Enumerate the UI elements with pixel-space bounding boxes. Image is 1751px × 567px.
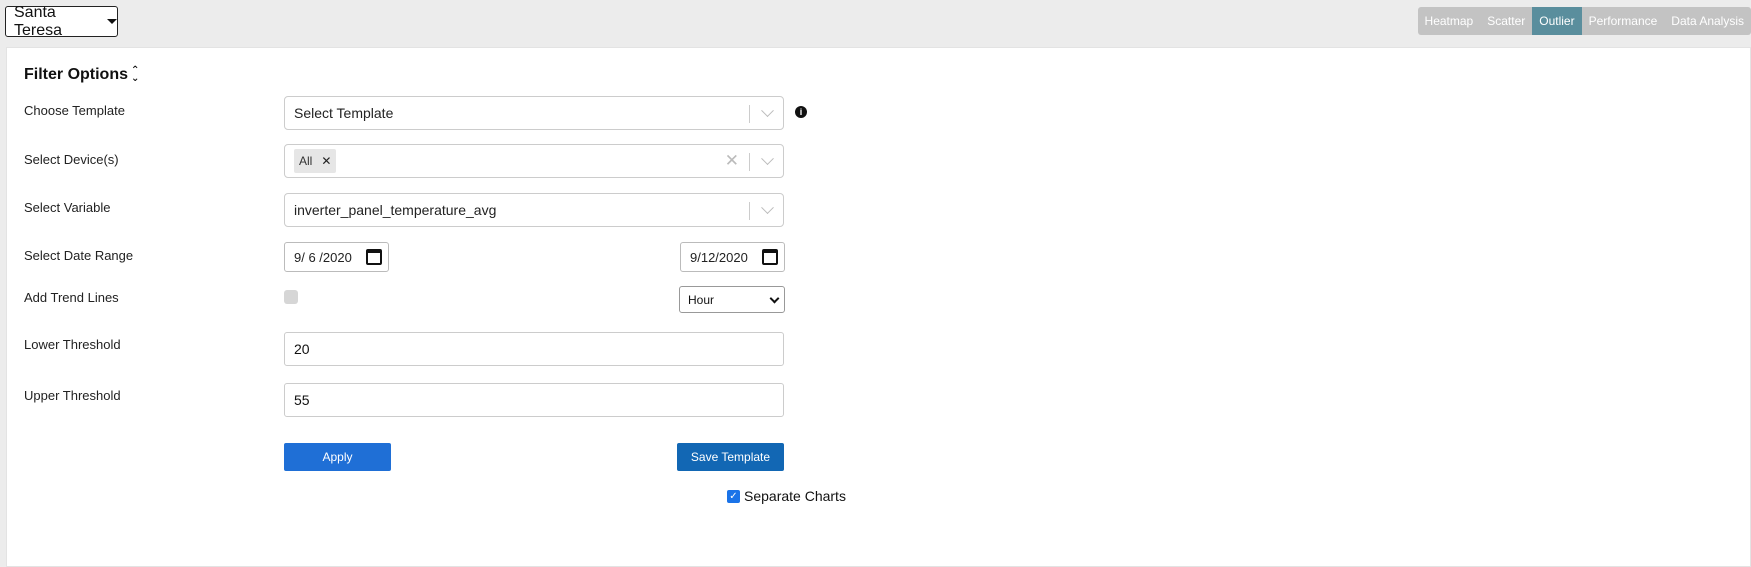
variable-select-value: inverter_panel_temperature_avg xyxy=(294,202,497,218)
calendar-icon[interactable] xyxy=(366,249,382,265)
chevron-down-icon xyxy=(761,104,774,118)
site-selector-dropdown[interactable]: Santa Teresa xyxy=(5,3,118,39)
view-tabs: Heatmap Scatter Outlier Performance Data… xyxy=(1417,7,1751,35)
info-icon[interactable]: i xyxy=(795,106,807,118)
separate-charts-label: Separate Charts xyxy=(744,488,846,504)
choose-template-label: Choose Template xyxy=(24,103,125,118)
device-chip-all: All ✕ xyxy=(294,149,337,173)
remove-chip-icon[interactable]: ✕ xyxy=(321,154,331,168)
trend-lines-checkbox[interactable] xyxy=(284,290,298,304)
select-devices-label: Select Device(s) xyxy=(24,152,119,167)
upper-threshold-input[interactable]: 55 xyxy=(284,383,784,417)
clear-selection-icon[interactable]: ✕ xyxy=(725,151,739,171)
lower-threshold-value: 20 xyxy=(294,341,310,357)
upper-threshold-value: 55 xyxy=(294,392,310,408)
template-select-value: Select Template xyxy=(294,105,394,121)
save-template-button[interactable]: Save Template xyxy=(677,443,784,471)
upper-threshold-label: Upper Threshold xyxy=(24,388,121,403)
filter-options-toggle[interactable]: Filter Options ⌃ ⌄ xyxy=(24,66,139,84)
add-trend-lines-label: Add Trend Lines xyxy=(24,290,119,305)
tab-heatmap[interactable]: Heatmap xyxy=(1417,7,1481,35)
trend-interval-value: Hour xyxy=(688,292,715,307)
select-separator xyxy=(749,153,750,171)
trend-interval-select[interactable]: Hour xyxy=(679,286,785,313)
caret-down-icon xyxy=(107,19,117,24)
tab-performance[interactable]: Performance xyxy=(1581,7,1665,35)
apply-button[interactable]: Apply xyxy=(284,443,391,471)
calendar-icon[interactable] xyxy=(762,249,778,265)
start-date-value: 9/ 6 /2020 xyxy=(294,249,352,265)
separate-charts-option[interactable]: ✓ Separate Charts xyxy=(727,488,846,504)
template-select[interactable]: Select Template xyxy=(284,96,784,130)
chevron-down-icon xyxy=(769,293,780,304)
devices-multiselect[interactable]: All ✕ ✕ xyxy=(284,144,784,178)
lower-threshold-input[interactable]: 20 xyxy=(284,332,784,366)
tab-outlier[interactable]: Outlier xyxy=(1532,7,1582,35)
start-date-input[interactable]: 9/ 6 /2020 xyxy=(284,242,389,272)
select-separator xyxy=(749,105,750,123)
collapse-chevron-icon: ⌃ ⌄ xyxy=(131,65,140,84)
chevron-down-icon xyxy=(761,201,774,215)
end-date-input[interactable]: 9/12/2020 xyxy=(680,242,785,272)
filter-panel xyxy=(6,47,1751,567)
lower-threshold-label: Lower Threshold xyxy=(24,337,121,352)
select-separator xyxy=(749,202,750,220)
filter-options-title: Filter Options xyxy=(24,66,128,83)
device-chip-label: All xyxy=(299,154,313,168)
separate-charts-checkbox[interactable]: ✓ xyxy=(727,489,740,503)
tab-data-analysis[interactable]: Data Analysis xyxy=(1664,7,1751,35)
select-variable-label: Select Variable xyxy=(24,200,111,215)
end-date-value: 9/12/2020 xyxy=(690,249,748,265)
site-selector-label: Santa Teresa xyxy=(14,3,63,39)
variable-select[interactable]: inverter_panel_temperature_avg xyxy=(284,193,784,227)
chevron-down-icon xyxy=(761,152,774,166)
tab-scatter[interactable]: Scatter xyxy=(1480,7,1533,35)
select-date-range-label: Select Date Range xyxy=(24,248,134,263)
